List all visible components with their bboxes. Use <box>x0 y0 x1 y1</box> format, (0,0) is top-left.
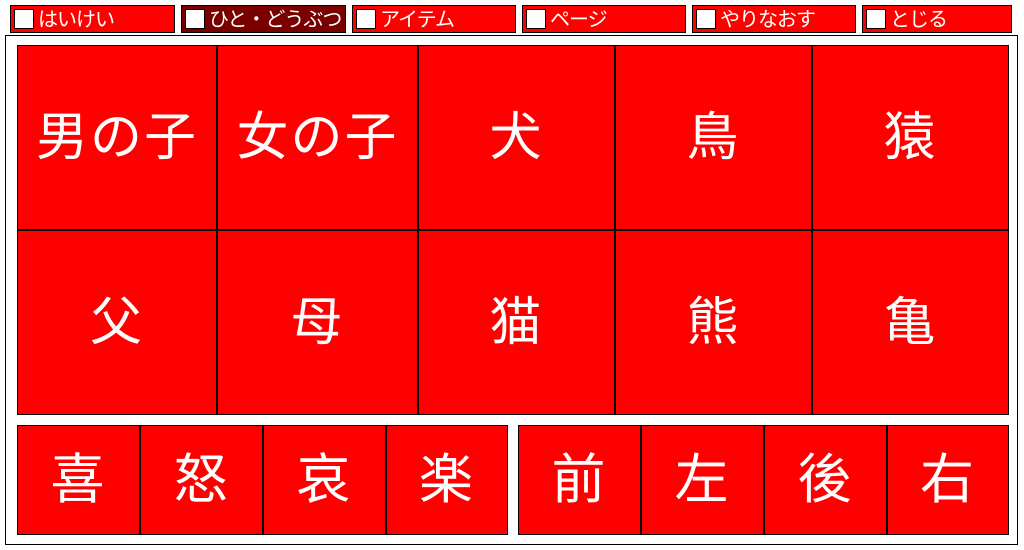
direction-group: 前 左 後 右 <box>518 425 1009 535</box>
emotion-label: 哀 <box>296 448 353 511</box>
character-bear-button[interactable]: 熊 <box>615 230 812 415</box>
direction-front-button[interactable]: 前 <box>518 425 641 535</box>
emotion-anger-button[interactable]: 怒 <box>140 425 263 535</box>
emotion-pleasure-button[interactable]: 楽 <box>386 425 508 535</box>
character-label: 鳥 <box>686 107 741 168</box>
direction-label: 右 <box>920 448 976 511</box>
tab-checkbox <box>14 9 34 29</box>
direction-label: 後 <box>797 448 854 511</box>
character-turtle-button[interactable]: 亀 <box>812 230 1009 415</box>
tab-background[interactable]: はいけい <box>10 5 175 33</box>
direction-label: 左 <box>674 448 731 511</box>
character-label: 熊 <box>686 292 741 353</box>
character-label: 母 <box>290 292 345 353</box>
character-label: 犬 <box>489 107 544 168</box>
character-dog-button[interactable]: 犬 <box>418 45 615 230</box>
character-grid: 男の子 女の子 犬 鳥 猿 父 母 猫 熊 亀 <box>17 45 1009 415</box>
direction-right-button[interactable]: 右 <box>887 425 1009 535</box>
tab-label: とじる <box>890 7 948 31</box>
character-cat-button[interactable]: 猫 <box>418 230 615 415</box>
palette-panel: 男の子 女の子 犬 鳥 猿 父 母 猫 熊 亀 喜 怒 哀 楽 前 左 後 右 <box>5 35 1018 545</box>
tab-checkbox <box>356 9 376 29</box>
tab-checkbox <box>866 9 886 29</box>
tab-checkbox <box>696 9 716 29</box>
emotion-label: 怒 <box>173 448 230 511</box>
character-label: 猿 <box>883 107 938 168</box>
character-girl-button[interactable]: 女の子 <box>217 45 418 230</box>
emotion-group: 喜 怒 哀 楽 <box>17 425 508 535</box>
direction-label: 前 <box>551 448 608 511</box>
tab-items[interactable]: アイテム <box>352 5 516 33</box>
direction-back-button[interactable]: 後 <box>764 425 887 535</box>
emotion-joy-button[interactable]: 喜 <box>17 425 140 535</box>
tab-bar: はいけい ひと・どうぶつ アイテム ページ やりなおす とじる <box>0 0 1024 36</box>
tab-redo[interactable]: やりなおす <box>692 5 856 33</box>
tab-label: はいけい <box>38 7 115 31</box>
character-bird-button[interactable]: 鳥 <box>615 45 812 230</box>
character-label: 男の子 <box>35 107 198 168</box>
character-father-button[interactable]: 父 <box>17 230 217 415</box>
emotion-label: 楽 <box>419 448 475 511</box>
character-label: 亀 <box>883 292 938 353</box>
tab-people-animals[interactable]: ひと・どうぶつ <box>181 5 346 33</box>
tab-label: やりなおす <box>720 7 816 31</box>
character-label: 猫 <box>489 292 544 353</box>
tab-checkbox <box>526 9 546 29</box>
tab-label: ページ <box>550 7 608 31</box>
character-label: 女の子 <box>236 107 399 168</box>
tab-close[interactable]: とじる <box>862 5 1012 33</box>
character-mother-button[interactable]: 母 <box>217 230 418 415</box>
tab-checkbox <box>185 9 205 29</box>
character-label: 父 <box>89 292 144 353</box>
emotion-sorrow-button[interactable]: 哀 <box>263 425 386 535</box>
emotion-label: 喜 <box>50 448 107 511</box>
tab-label: アイテム <box>380 7 455 31</box>
direction-left-button[interactable]: 左 <box>641 425 764 535</box>
tab-label: ひと・どうぶつ <box>209 7 342 31</box>
tab-page[interactable]: ページ <box>522 5 686 33</box>
character-boy-button[interactable]: 男の子 <box>17 45 217 230</box>
character-monkey-button[interactable]: 猿 <box>812 45 1009 230</box>
